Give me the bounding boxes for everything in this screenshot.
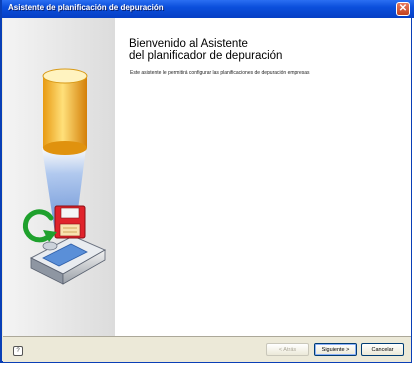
title-bar: Asistente de planificación de depuración… xyxy=(2,0,414,18)
floppy-disk-icon xyxy=(54,205,86,239)
heading-line-2: del planificador de depuración xyxy=(129,50,283,62)
wizard-description: Este asistente le permitirá configurar l… xyxy=(130,70,310,76)
heading-line-1: Bienvenido al Asistente xyxy=(129,38,248,50)
close-icon: ✕ xyxy=(398,3,408,14)
refresh-arrow-icon xyxy=(22,209,57,243)
window-title: Asistente de planificación de depuración xyxy=(8,3,164,12)
cancel-button[interactable]: Cancelar xyxy=(361,343,404,356)
back-button[interactable]: < Atrás xyxy=(266,343,309,356)
wizard-window: Asistente de planificación de depuración… xyxy=(0,0,414,363)
next-button[interactable]: Siguiente > xyxy=(314,343,357,356)
backup-drive-icon xyxy=(29,235,107,285)
side-panel xyxy=(3,18,115,336)
wizard-illustration xyxy=(22,68,107,285)
wizard-body: Bienvenido al Asistente del planificador… xyxy=(3,18,411,336)
help-icon[interactable]: ? xyxy=(13,346,23,356)
welcome-heading: Bienvenido al Asistente del planificador… xyxy=(129,38,399,62)
wizard-footer: ? < Atrás Siguiente > Cancelar xyxy=(3,336,411,362)
close-button[interactable]: ✕ xyxy=(396,2,410,16)
